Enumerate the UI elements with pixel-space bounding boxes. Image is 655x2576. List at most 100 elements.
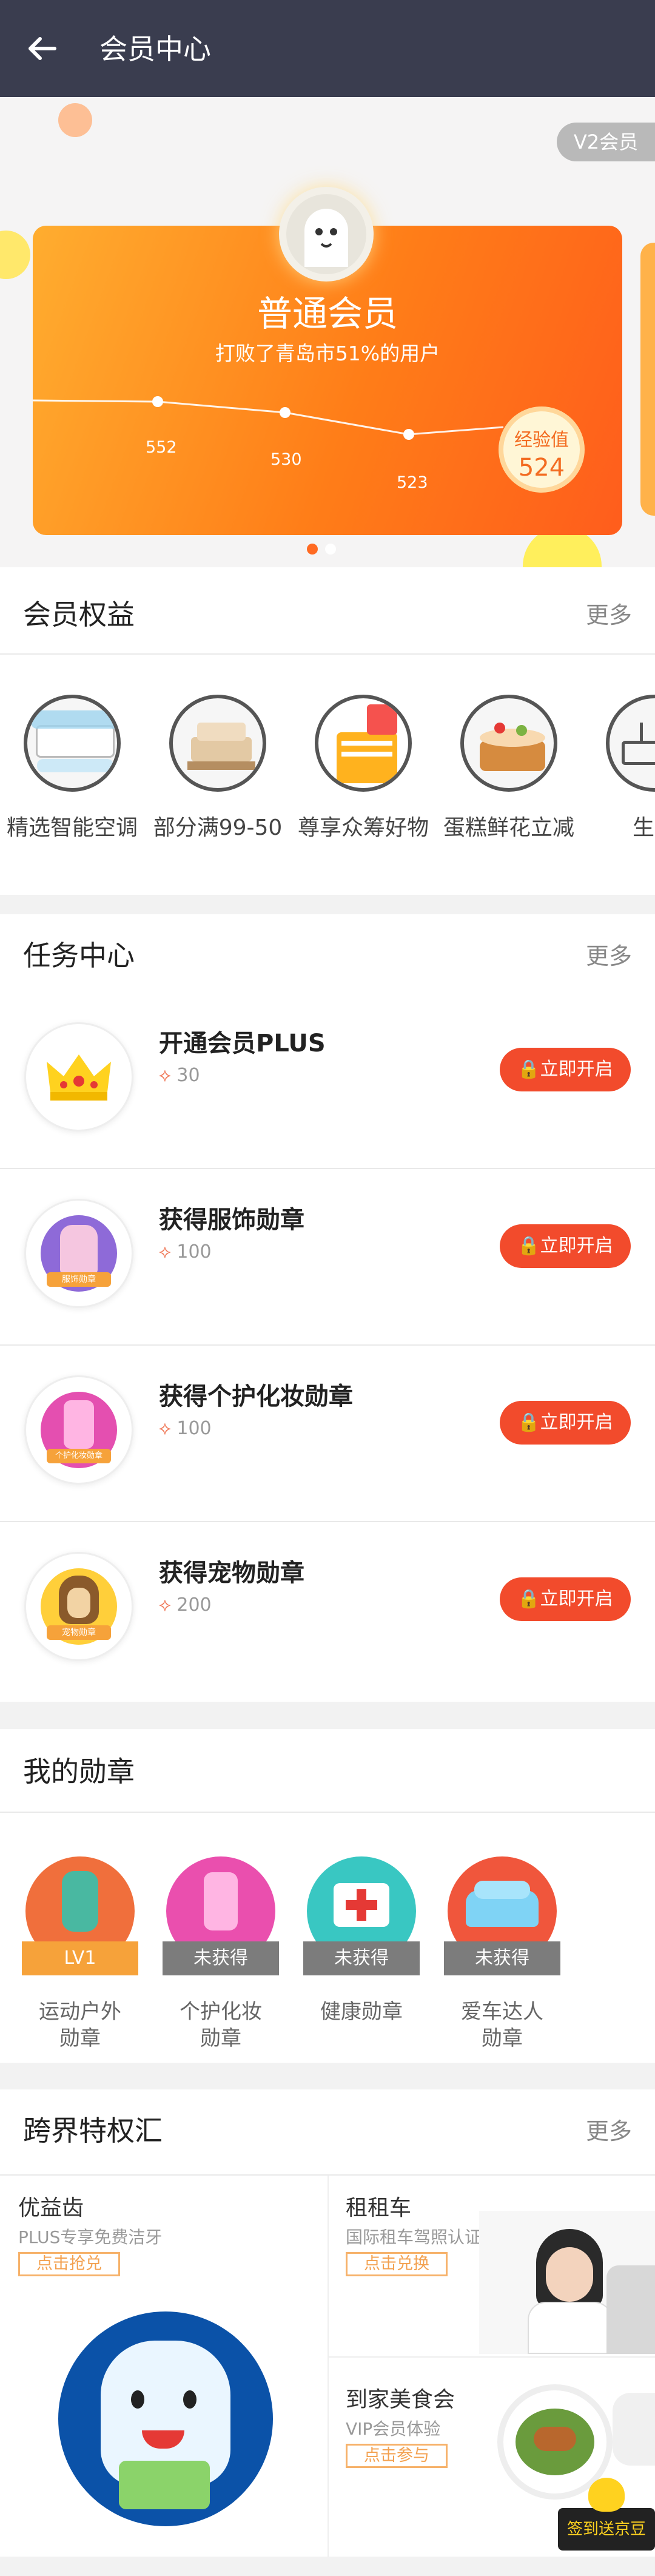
task-name: 获得宠物勋章 [159,1559,304,1587]
decor-bubble [0,231,30,279]
divider [329,2356,655,2358]
car-lover-medal-icon: 未获得 [444,1856,560,1975]
apparel-medal-icon: 服饰勋章 [24,1199,133,1308]
trend-point-label: 530 [270,450,302,469]
task-start-label: 立即开启 [540,1059,613,1080]
medal-label: 爱车达人 勋章 [461,2000,543,2051]
task-row[interactable]: 服饰勋章 获得服饰勋章 ⟡ 100 🔒立即开启 [0,1168,655,1344]
task-points: ⟡ 100 [159,1418,212,1439]
privilege-title: 到家美食会 [346,2387,455,2412]
carousel-dot[interactable] [325,544,336,555]
crown-icon [24,1022,133,1131]
air-conditioner-icon [24,695,121,792]
medal-item[interactable]: LV1 运动户外 勋章 [13,1856,147,2052]
lock-icon: 🔒 [517,1412,540,1433]
health-medal-icon: 未获得 [303,1856,420,1975]
medal-item[interactable]: 未获得 个护化妆 勋章 [154,1856,287,2052]
decor-bubble [58,103,92,137]
bean-icon: ⟡ [159,1241,177,1263]
medal-ribbon: 个护化妆勋章 [47,1449,111,1463]
avatar [279,187,374,282]
benefit-item[interactable]: 蛋糕鲜花立减 [439,695,579,841]
medal-ribbon: 未获得 [303,1941,420,1975]
benefit-item[interactable]: 尊享众筹好物 [294,695,433,841]
privilege-claim-button[interactable]: 点击参与 [346,2444,448,2468]
task-points: ⟡ 100 [159,1241,212,1263]
benefit-item[interactable]: 生日 [585,695,655,841]
cake-icon [460,695,557,792]
task-row[interactable]: 开通会员PLUS ⟡ 30 🔒立即开启 [0,992,655,1168]
benefit-item[interactable]: 精选智能空调 [2,695,142,841]
benefits-section: 会员权益 更多 精选智能空调 部分满99-50 尊享众筹好物 蛋糕鲜花立减 生 [0,567,655,895]
task-points: ⟡ 200 [159,1594,212,1616]
privilege-title: 优益齿 [18,2196,84,2220]
benefit-label: 部分满99-50 [153,815,283,840]
task-start-button[interactable]: 🔒立即开启 [500,1224,631,1268]
medal-ribbon: 未获得 [163,1941,279,1975]
privilege-claim-button[interactable]: 点击抢兑 [18,2252,120,2276]
member-level-desc: 打败了青岛市51%的用户 [215,342,440,365]
task-start-label: 立即开启 [540,1588,613,1610]
sign-in-beans-label: 签到送京豆 [566,2520,646,2538]
task-start-label: 立即开启 [540,1235,613,1256]
woman-with-car-image [479,2211,655,2354]
medal-ribbon: LV1 [22,1941,138,1975]
task-points-value: 100 [176,1241,212,1263]
bean-icon: ⟡ [159,1065,177,1086]
ghost-avatar-icon [304,209,348,267]
section-title: 会员权益 [23,598,135,631]
cosmetics-medal-icon: 个护化妆勋章 [24,1375,133,1485]
member-level-name: 普通会员 [257,293,398,334]
bean-icon: ⟡ [159,1594,177,1616]
carousel-dot-active[interactable] [307,544,318,555]
divider [0,653,655,655]
lock-icon: 🔒 [517,1059,540,1080]
task-center-section: 任务中心 更多 开通会员PLUS ⟡ 30 🔒立即开启 服饰勋章 获得服饰勋章 … [0,914,655,1702]
medal-item[interactable]: 未获得 爱车达人 勋章 [435,1856,569,2052]
privilege-claim-button[interactable]: 点击兑换 [346,2252,448,2276]
trend-point [280,407,291,418]
task-points-value: 200 [176,1594,212,1616]
benefit-label: 尊享众筹好物 [297,815,429,840]
task-points-value: 30 [176,1065,200,1086]
tasks-more-link[interactable]: 更多 [586,937,632,971]
medal-item[interactable]: 未获得 健康勋章 [295,1856,428,2025]
experience-trend-line [32,396,504,440]
outdoor-sports-medal-icon: LV1 [22,1856,138,1975]
section-title: 我的勋章 [23,1755,135,1788]
page-title: 会员中心 [99,33,211,66]
task-start-button[interactable]: 🔒立即开启 [500,1048,631,1091]
privilege-subtitle: 国际租车驾照认证件 [346,2227,499,2247]
trend-point-label: 552 [146,438,177,457]
top-nav-bar: 会员中心 [0,0,655,97]
task-points: ⟡ 30 [159,1065,200,1086]
back-arrow-icon[interactable] [23,29,62,68]
task-points-value: 100 [176,1418,212,1439]
task-name: 开通会员PLUS [159,1030,326,1057]
cross-more-link[interactable]: 更多 [586,2112,632,2146]
medal-ribbon: 服饰勋章 [47,1272,111,1287]
task-row[interactable]: 宠物勋章 获得宠物勋章 ⟡ 200 🔒立即开启 [0,1522,655,1698]
trend-point [152,396,163,407]
trend-point-label: 523 [397,473,428,492]
divider [328,2176,329,2557]
task-start-button[interactable]: 🔒立即开启 [500,1401,631,1445]
benefit-label: 精选智能空调 [6,815,138,840]
medal-ribbon: 宠物勋章 [47,1625,111,1640]
bean-bag-icon [588,2478,625,2512]
benefit-item[interactable]: 部分满99-50 [148,695,287,841]
member-version-badge[interactable]: V2会员 [557,123,655,161]
experience-badge[interactable]: 经验值 524 [499,406,585,493]
lock-icon: 🔒 [517,1235,540,1256]
bean-icon: ⟡ [159,1418,177,1439]
benefits-more-link[interactable]: 更多 [586,596,632,630]
task-name: 获得服饰勋章 [159,1206,304,1234]
sign-in-beans-float-button[interactable]: 签到送京豆 [558,2508,655,2551]
task-row[interactable]: 个护化妆勋章 获得个护化妆勋章 ⟡ 100 🔒立即开启 [0,1345,655,1521]
benefits-scroll-row[interactable]: 精选智能空调 部分满99-50 尊享众筹好物 蛋糕鲜花立减 生 [0,695,655,852]
privilege-subtitle: VIP会员体验 [346,2419,441,2439]
food-side-dish-image [613,2393,655,2466]
task-start-button[interactable]: 🔒立即开启 [500,1577,631,1621]
next-card-peek[interactable] [640,243,655,516]
page-bottom-spacer [0,2557,655,2576]
